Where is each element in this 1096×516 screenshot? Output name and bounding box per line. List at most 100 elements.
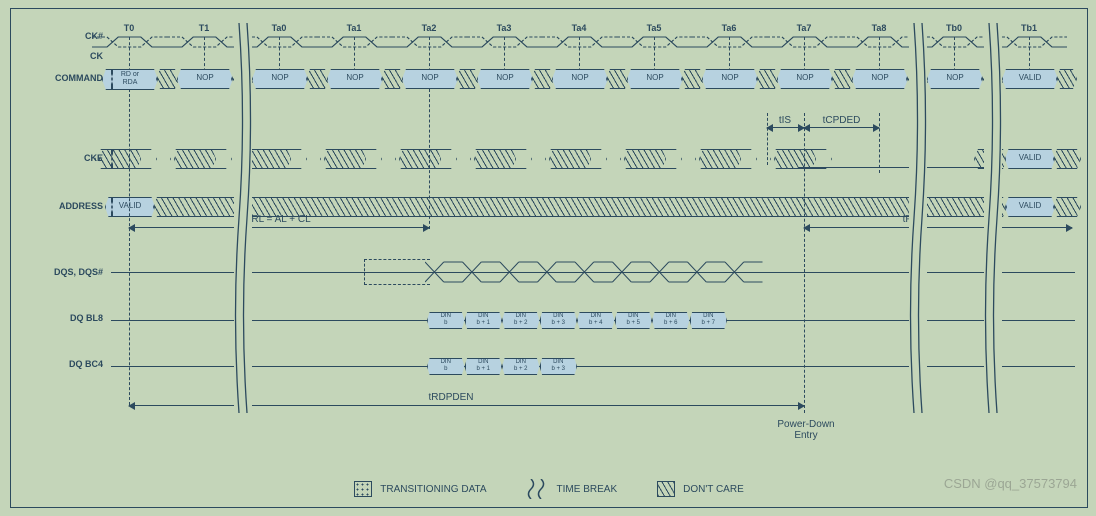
arrow-tpd [804, 227, 1072, 228]
dqs-preamble [364, 259, 430, 285]
command-gap [681, 69, 704, 89]
cke-seg [170, 149, 232, 169]
clock-cell [692, 33, 767, 51]
anno-tcpded: tCPDED [804, 115, 879, 126]
label-address: ADDRESS [11, 201, 111, 211]
cke-hatch-tail [1053, 149, 1081, 169]
command-3: NOP [327, 69, 383, 89]
bc4-d2: DINb + 2 [502, 358, 540, 375]
cke-seg [95, 149, 157, 169]
command-gap [156, 69, 179, 89]
vline-t0 [129, 89, 130, 405]
command-5: NOP [477, 69, 533, 89]
command-4: NOP [402, 69, 458, 89]
clock-cell [467, 33, 542, 51]
clock-cell [92, 33, 167, 51]
tick-Ta1: Ta1 [334, 23, 374, 33]
arrow-trdpden [129, 405, 804, 406]
cke-valid: VALID [1005, 149, 1055, 169]
legend-dontcare-icon [657, 481, 675, 497]
bl8-d4: DINb + 4 [577, 312, 615, 329]
dqbc4-baseline [111, 366, 1075, 367]
clock-cell [992, 33, 1067, 51]
command-gap [606, 69, 629, 89]
arrow-rl [129, 227, 429, 228]
clock-cell [842, 33, 917, 51]
time-break [984, 23, 1002, 413]
clock-cell [167, 33, 242, 51]
bc4-d1: DINb + 1 [465, 358, 503, 375]
vline-ta2 [429, 89, 430, 229]
anno-trdpden: tRDPDEN [391, 392, 511, 403]
command-2: NOP [252, 69, 308, 89]
command-6: NOP [552, 69, 608, 89]
bl8-d6: DINb + 6 [652, 312, 690, 329]
clock-cell [242, 33, 317, 51]
vline-ta8 [879, 113, 880, 173]
dqs-waveform [425, 256, 840, 290]
cke-low [798, 167, 988, 168]
command-gap [381, 69, 404, 89]
command-7: NOP [627, 69, 683, 89]
cke-seg [245, 149, 307, 169]
tick-T0: T0 [109, 23, 149, 33]
label-ck: CK [11, 51, 111, 61]
cke-seg [620, 149, 682, 169]
tick-Ta0: Ta0 [259, 23, 299, 33]
legend-trans: TRANSITIONING DATA [380, 484, 486, 495]
command-9: NOP [777, 69, 833, 89]
cke-hatch-lead [111, 149, 113, 169]
time-break [909, 23, 927, 413]
bl8-d0: DINb [427, 312, 465, 329]
tick-Tb1: Tb1 [1009, 23, 1049, 33]
arrow-tcpded [804, 127, 879, 128]
legend: TRANSITIONING DATA TIME BREAK DON'T CARE [11, 479, 1087, 499]
bc4-d0: DINb [427, 358, 465, 375]
bl8-d3: DINb + 3 [540, 312, 578, 329]
cke-seg [695, 149, 757, 169]
tick-Ta7: Ta7 [784, 23, 824, 33]
time-break [234, 23, 252, 413]
command-1: NOP [177, 69, 233, 89]
label-dqs: DQS, DQS# [11, 267, 111, 277]
command-gap [456, 69, 479, 89]
tick-Ta8: Ta8 [859, 23, 899, 33]
bl8-d2: DINb + 2 [502, 312, 540, 329]
cke-seg [545, 149, 607, 169]
clock-cell [917, 33, 992, 51]
label-dq-bc4: DQ BC4 [11, 359, 111, 369]
cke-seg [770, 149, 832, 169]
command-edge [111, 69, 113, 89]
addr-hatch-l [111, 197, 113, 217]
command-gap [531, 69, 554, 89]
command-10: NOP [852, 69, 908, 89]
arrow-tis [767, 127, 804, 128]
cke-seg [470, 149, 532, 169]
clock-cell [617, 33, 692, 51]
command-gap [306, 69, 329, 89]
command-11: NOP [927, 69, 983, 89]
label-command: COMMAND [11, 73, 111, 83]
addr-valid-1: VALID [1005, 197, 1055, 217]
addr-hatch-r [1053, 197, 1081, 217]
clock-cell [392, 33, 467, 51]
anno-tis: tIS [767, 115, 803, 126]
vline-ta7 [804, 113, 805, 413]
cke-seg [395, 149, 457, 169]
tick-Ta3: Ta3 [484, 23, 524, 33]
tick-Tb0: Tb0 [934, 23, 974, 33]
clock-cell [767, 33, 842, 51]
legend-trans-icon [354, 481, 372, 497]
clock-cell [317, 33, 392, 51]
anno-pde: Power-Down Entry [766, 419, 846, 441]
bl8-d7: DINb + 7 [690, 312, 728, 329]
cke-seg [320, 149, 382, 169]
timing-diagram: { "labels":{ "ck_hash":"CK#","ck":"CK","… [10, 8, 1088, 508]
tick-Ta2: Ta2 [409, 23, 449, 33]
tick-Ta4: Ta4 [559, 23, 599, 33]
tick-T1: T1 [184, 23, 224, 33]
command-12: VALID [1002, 69, 1058, 89]
command-edge [1056, 69, 1077, 89]
bl8-d1: DINb + 1 [465, 312, 503, 329]
tick-Ta6: Ta6 [709, 23, 749, 33]
